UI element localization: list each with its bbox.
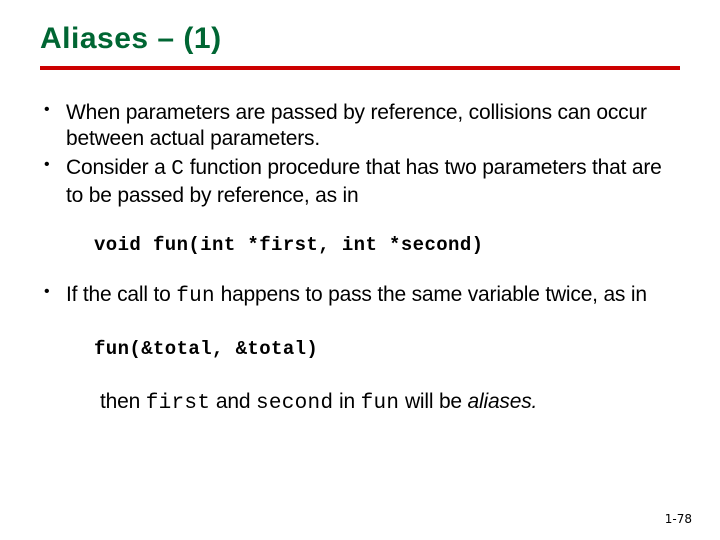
bullet-3-text-c: happens to pass the same variable twice,… bbox=[215, 283, 647, 306]
bullet-list: When parameters are passed by reference,… bbox=[40, 100, 680, 208]
title-rule bbox=[40, 66, 680, 70]
conclusion-line: then first and second in fun will be ali… bbox=[100, 390, 680, 415]
slide-title: Aliases – (1) bbox=[40, 22, 680, 56]
code-signature: void fun(int *first, int *second) bbox=[94, 234, 680, 256]
bullet-1-text: When parameters are passed by reference,… bbox=[66, 101, 647, 150]
code-call: fun(&total, &total) bbox=[94, 338, 680, 360]
slide: Aliases – (1) When parameters are passed… bbox=[0, 0, 720, 540]
lang-c: C bbox=[171, 158, 184, 181]
concl-g: will be bbox=[399, 390, 467, 413]
concl-a: then bbox=[100, 390, 146, 413]
page-number: 1-78 bbox=[665, 512, 692, 526]
code-fun-1: fun bbox=[176, 285, 215, 308]
bullet-3: If the call to fun happens to pass the s… bbox=[66, 282, 680, 310]
code-fun-2: fun bbox=[361, 392, 400, 415]
code-second: second bbox=[256, 392, 333, 415]
concl-c: and bbox=[210, 390, 256, 413]
term-aliases: aliases. bbox=[468, 390, 538, 413]
bullet-3-text-a: If the call to bbox=[66, 283, 176, 306]
bullet-2: Consider a C function procedure that has… bbox=[66, 155, 680, 208]
concl-e: in bbox=[333, 390, 360, 413]
bullet-1: When parameters are passed by reference,… bbox=[66, 100, 680, 151]
bullet-list-2: If the call to fun happens to pass the s… bbox=[40, 282, 680, 310]
code-first: first bbox=[146, 392, 211, 415]
bullet-2-text-a: Consider a bbox=[66, 156, 171, 179]
